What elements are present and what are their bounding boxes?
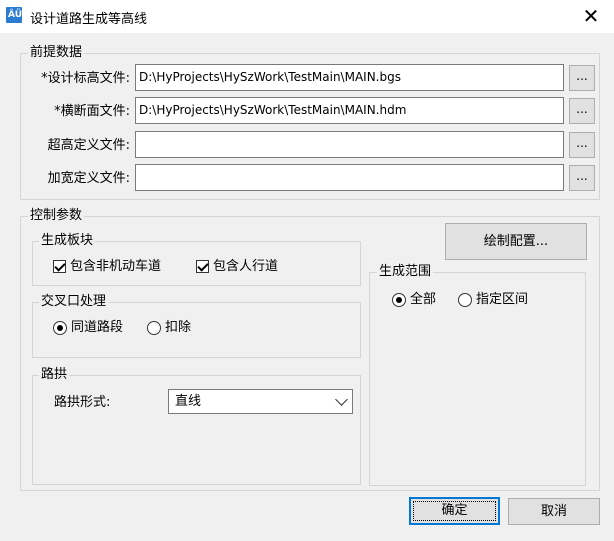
crown-title: 路拱 — [39, 367, 70, 383]
ok-button[interactable]: 确定 — [409, 497, 500, 525]
crown-form-label: 路拱形式: — [54, 395, 111, 410]
superelevation-browse-button[interactable]: ... — [569, 132, 595, 158]
draw-config-button[interactable]: 绘制配置... — [445, 223, 587, 260]
range-interval-label: 指定区间 — [476, 292, 529, 307]
crown-form-value: 直线 — [175, 394, 202, 409]
include-sidewalk-label: 包含人行道 — [213, 259, 279, 274]
chevron-down-icon — [335, 393, 348, 406]
focus-rect — [413, 501, 496, 521]
deduct-label: 扣除 — [165, 320, 192, 335]
cross-section-browse-button[interactable]: ... — [569, 98, 595, 124]
widening-browse-button[interactable]: ... — [569, 165, 595, 191]
slab-title: 生成板块 — [39, 233, 96, 249]
range-all-radio[interactable] — [392, 293, 406, 307]
window-title: 设计道路生成等高线 — [30, 12, 148, 27]
range-interval-radio[interactable] — [458, 293, 472, 307]
deduct-radio[interactable] — [147, 321, 161, 335]
include-non-motor-lane-checkbox[interactable] — [53, 260, 66, 273]
design-elevation-file-input[interactable]: D:\HyProjects\HySzWork\TestMain\MAIN.bgs — [135, 64, 564, 91]
widening-label: 加宽定义文件: — [47, 171, 130, 186]
same-road-segment-radio[interactable] — [53, 321, 67, 335]
include-sidewalk-checkbox[interactable] — [196, 260, 209, 273]
cross-section-file-input[interactable]: D:\HyProjects\HySzWork\TestMain\MAIN.hdm — [135, 97, 564, 124]
premise-data-title: 前提数据 — [28, 45, 85, 61]
superelevation-label: 超高定义文件: — [47, 138, 130, 153]
cancel-button[interactable]: 取消 — [508, 498, 600, 525]
app-icon: ÂÜ — [6, 7, 22, 23]
crown-form-select[interactable]: 直线 — [168, 389, 353, 414]
superelevation-file-input[interactable] — [135, 131, 564, 158]
intersection-title: 交叉口处理 — [39, 294, 109, 310]
range-all-label: 全部 — [410, 292, 437, 307]
title-bar: ÂÜ 设计道路生成等高线 ✕ — [0, 0, 614, 33]
cross-section-label: *横断面文件: — [54, 104, 130, 119]
range-title: 生成范围 — [377, 264, 434, 280]
design-elevation-label: *设计标高文件: — [41, 71, 130, 86]
control-params-title: 控制参数 — [28, 208, 85, 224]
same-road-segment-label: 同道路段 — [71, 320, 124, 335]
widening-file-input[interactable] — [135, 164, 564, 191]
design-elevation-browse-button[interactable]: ... — [569, 65, 595, 91]
close-icon[interactable]: ✕ — [578, 4, 604, 28]
include-non-motor-lane-label: 包含非机动车道 — [70, 259, 162, 274]
